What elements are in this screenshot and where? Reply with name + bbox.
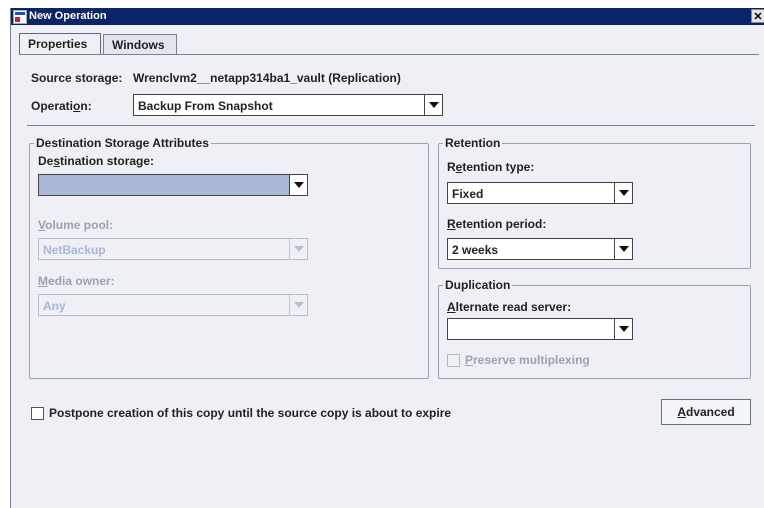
postpone-label: Postpone creation of this copy until the… bbox=[49, 406, 452, 420]
destination-storage-group: Destination Storage Attributes Destinati… bbox=[29, 136, 429, 379]
tab-properties[interactable]: Properties bbox=[19, 33, 101, 55]
volume-pool-value: NetBackup bbox=[43, 243, 106, 257]
duplication-group-title: Duplication bbox=[443, 278, 513, 292]
chevron-down-icon bbox=[289, 295, 307, 315]
source-storage-value: Wrenclvm2__netapp314ba1_vault (Replicati… bbox=[133, 71, 401, 85]
close-icon[interactable]: ✕ bbox=[751, 9, 764, 23]
destination-storage-label: Destination storage: bbox=[38, 154, 155, 168]
retention-type-label: Retention type: bbox=[447, 160, 535, 174]
media-owner-dropdown: Any bbox=[38, 294, 308, 316]
retention-group-title: Retention bbox=[443, 136, 503, 150]
chevron-down-icon[interactable] bbox=[614, 183, 632, 203]
chevron-down-icon[interactable] bbox=[614, 239, 632, 259]
properties-panel: Source storage: Wrenclvm2__netapp314ba1_… bbox=[19, 54, 759, 508]
alternate-read-server-dropdown[interactable] bbox=[447, 318, 633, 340]
operation-label: Operation: bbox=[31, 99, 92, 113]
preserve-multiplexing-label: Preserve multiplexing bbox=[465, 353, 590, 367]
separator bbox=[27, 125, 755, 126]
retention-period-label: Retention period: bbox=[447, 217, 547, 231]
media-owner-label: Media owner: bbox=[38, 274, 115, 288]
window-title: New Operation bbox=[29, 10, 107, 22]
tab-windows[interactable]: Windows bbox=[103, 34, 177, 54]
retention-type-value: Fixed bbox=[452, 187, 484, 201]
retention-group: Retention Retention type: Fixed Retentio… bbox=[438, 136, 751, 269]
new-operation-window: New Operation ✕ Properties Windows Sourc… bbox=[10, 8, 764, 508]
destination-storage-dropdown[interactable] bbox=[38, 174, 308, 196]
advanced-button[interactable]: Advanced bbox=[661, 399, 751, 425]
volume-pool-label: Volume pool: bbox=[38, 218, 114, 232]
retention-period-value: 2 weeks bbox=[452, 243, 499, 257]
postpone-checkbox[interactable] bbox=[31, 407, 44, 420]
volume-pool-dropdown: NetBackup bbox=[38, 238, 308, 260]
preserve-multiplexing-checkbox bbox=[447, 354, 460, 367]
media-owner-value: Any bbox=[43, 299, 66, 313]
chevron-down-icon[interactable] bbox=[424, 95, 442, 115]
operation-value: Backup From Snapshot bbox=[138, 99, 273, 113]
operation-dropdown[interactable]: Backup From Snapshot bbox=[133, 94, 443, 116]
chevron-down-icon bbox=[289, 239, 307, 259]
duplication-group: Duplication Alternate read server: Prese… bbox=[438, 278, 751, 379]
title-bar: New Operation ✕ bbox=[11, 8, 764, 25]
destination-group-title: Destination Storage Attributes bbox=[34, 136, 211, 150]
chevron-down-icon[interactable] bbox=[614, 319, 632, 339]
alternate-read-server-label: Alternate read server: bbox=[447, 300, 572, 314]
retention-period-dropdown[interactable]: 2 weeks bbox=[447, 238, 633, 260]
source-storage-label: Source storage: bbox=[31, 71, 123, 85]
retention-type-dropdown[interactable]: Fixed bbox=[447, 182, 633, 204]
app-icon bbox=[13, 10, 27, 24]
chevron-down-icon[interactable] bbox=[289, 175, 307, 195]
